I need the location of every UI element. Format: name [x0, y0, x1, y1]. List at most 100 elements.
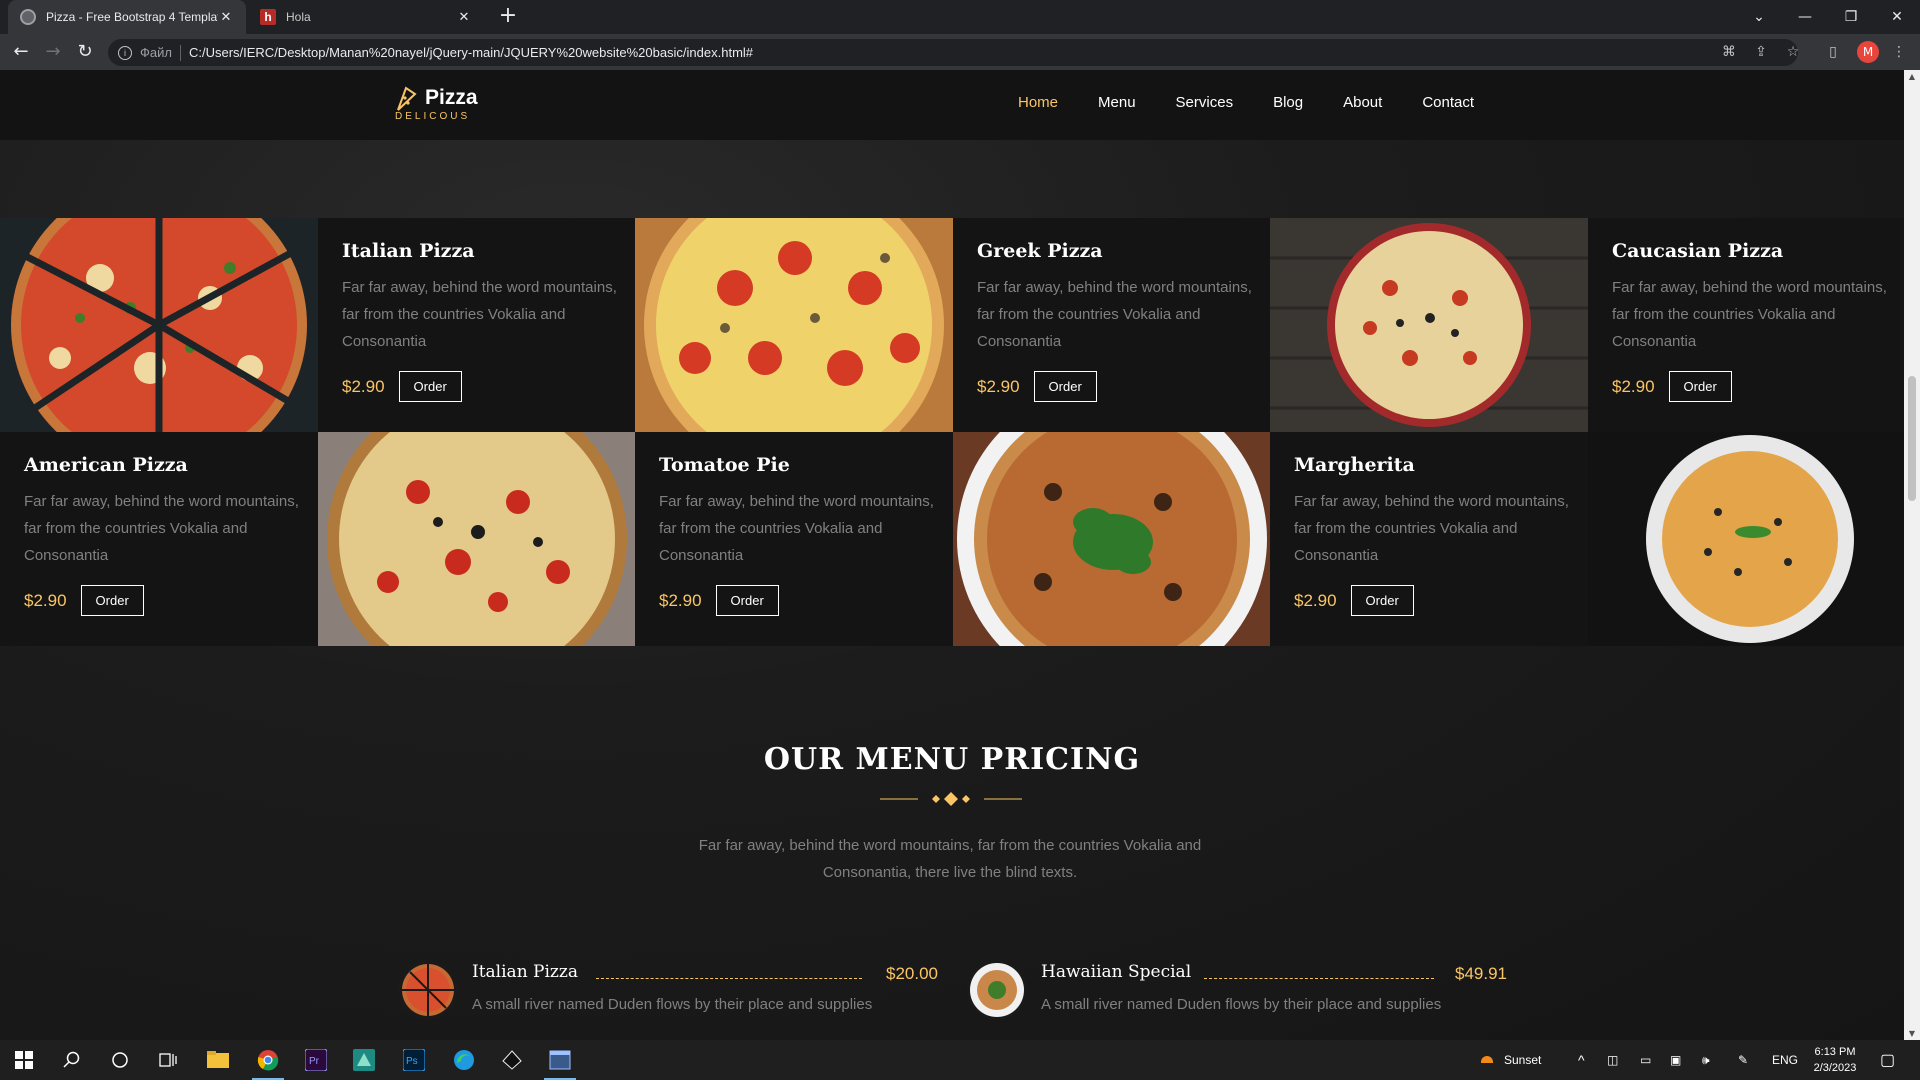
- pizza-description: Far far away, behind the word mountains,…: [1294, 493, 1569, 564]
- pizza-card: Tomatoe Pie Far far away, behind the wor…: [635, 432, 953, 646]
- pizza-image: [635, 218, 953, 432]
- premiere-icon[interactable]: Pr: [292, 1040, 340, 1080]
- close-tab-icon[interactable]: ✕: [456, 9, 472, 25]
- menu-item-name: Italian Pizza: [472, 962, 578, 982]
- pen-icon[interactable]: ✎: [1738, 1040, 1748, 1080]
- menu-item-description: A small river named Duden flows by their…: [1041, 996, 1442, 1013]
- globe-icon: [20, 9, 36, 25]
- translate-icon[interactable]: ⌘: [1720, 43, 1738, 61]
- bookmark-star-icon[interactable]: ☆: [1784, 43, 1802, 61]
- address-scheme: Файл: [140, 45, 172, 60]
- clock-date: 2/3/2023: [1813, 1062, 1857, 1074]
- search-icon[interactable]: [48, 1040, 96, 1080]
- order-button[interactable]: Order: [1668, 371, 1732, 402]
- start-button[interactable]: [0, 1040, 48, 1080]
- nav-blog[interactable]: Blog: [1273, 94, 1303, 111]
- inkscape-icon[interactable]: [488, 1040, 536, 1080]
- profile-avatar[interactable]: M: [1857, 41, 1879, 63]
- pizza-card: American Pizza Far far away, behind the …: [0, 432, 318, 646]
- order-button[interactable]: Order: [80, 585, 144, 616]
- tab-hola[interactable]: h Hola ✕: [248, 0, 484, 34]
- tab-title: Hola: [286, 10, 311, 24]
- pizza-thumbnail: [398, 960, 458, 1020]
- clock-time: 6:13 PM: [1814, 1046, 1856, 1058]
- weather-widget[interactable]: Sunset: [1478, 1040, 1541, 1080]
- nav-about[interactable]: About: [1343, 94, 1382, 111]
- chrome-icon[interactable]: [244, 1040, 292, 1080]
- nav-services[interactable]: Services: [1176, 94, 1234, 111]
- pizza-card: Italian Pizza Far far away, behind the w…: [318, 218, 636, 432]
- price-leader: [596, 978, 862, 979]
- close-tab-icon[interactable]: ✕: [218, 9, 234, 25]
- volume-icon[interactable]: 🕪: [1702, 1040, 1710, 1080]
- restore-button[interactable]: ❐: [1828, 0, 1874, 34]
- notifications-icon[interactable]: ▢: [1880, 1040, 1895, 1080]
- back-icon[interactable]: ←: [10, 42, 32, 64]
- nav-menu[interactable]: Menu: [1098, 94, 1136, 111]
- share-icon[interactable]: ⇪: [1752, 43, 1770, 61]
- pizza-price: $2.90: [1612, 376, 1655, 396]
- edge-icon[interactable]: [440, 1040, 488, 1080]
- info-icon[interactable]: i: [118, 45, 132, 60]
- nav-contact[interactable]: Contact: [1422, 94, 1474, 111]
- logo-subtitle: DELICOUS: [395, 111, 471, 122]
- sunset-icon: [1478, 1056, 1496, 1068]
- order-button[interactable]: Order: [1350, 585, 1414, 616]
- file-explorer-icon[interactable]: [194, 1040, 242, 1080]
- reload-icon[interactable]: ↻: [74, 42, 96, 64]
- scroll-up-icon[interactable]: ▲: [1908, 72, 1916, 81]
- taskbar-clock[interactable]: 6:13 PM 2/3/2023: [1800, 1044, 1870, 1076]
- close-window-button[interactable]: ✕: [1874, 0, 1920, 34]
- scroll-down-icon[interactable]: ▼: [1908, 1029, 1916, 1038]
- tab-search-icon[interactable]: ⌄: [1736, 0, 1782, 34]
- side-panel-icon[interactable]: ▯: [1824, 43, 1842, 61]
- pizza-description: Far far away, behind the word mountains,…: [659, 493, 934, 564]
- pizza-name: Margherita: [1294, 454, 1415, 476]
- tab-title: Pizza - Free Bootstrap 4 Templat: [46, 10, 218, 24]
- pizza-card: Caucasian Pizza Far far away, behind the…: [1588, 218, 1904, 432]
- menu-price-item: Hawaiian Special $49.91 A small river na…: [967, 960, 1507, 1040]
- minimize-button[interactable]: —: [1782, 0, 1828, 34]
- pizza-image: [1270, 218, 1588, 432]
- pizza-image: [0, 218, 318, 432]
- meet-icon[interactable]: ◫: [1607, 1040, 1618, 1080]
- menu-item-price: $49.91: [1455, 964, 1507, 983]
- order-button[interactable]: Order: [715, 585, 779, 616]
- screen-icon[interactable]: ▣: [1670, 1040, 1681, 1080]
- new-tab-button[interactable]: +: [496, 5, 520, 29]
- browser-toolbar: ← → ↻ i Файл C:/Users/IERC/Desktop/Manan…: [0, 34, 1920, 70]
- photoshop-icon[interactable]: Ps: [390, 1040, 438, 1080]
- windows-logo-icon: [15, 1051, 33, 1069]
- nav-home[interactable]: Home: [1018, 94, 1058, 111]
- more-menu-icon[interactable]: ⋮: [1890, 43, 1908, 61]
- tab-pizza[interactable]: Pizza - Free Bootstrap 4 Templat ✕: [8, 0, 246, 34]
- svg-text:Pr: Pr: [309, 1056, 320, 1067]
- address-url: C:/Users/IERC/Desktop/Manan%20nayel/jQue…: [188, 45, 754, 60]
- pizza-name: Greek Pizza: [977, 240, 1103, 262]
- site-logo[interactable]: Pizza DELICOUS: [395, 84, 485, 124]
- forward-icon[interactable]: →: [42, 42, 64, 64]
- app-window-icon[interactable]: [536, 1040, 584, 1080]
- tray-overflow-icon[interactable]: ^: [1578, 1040, 1585, 1080]
- menu-item-description: A small river named Duden flows by their…: [472, 996, 873, 1013]
- page-scrollbar[interactable]: ▲ ▼: [1904, 70, 1920, 1040]
- app-icon[interactable]: [340, 1040, 388, 1080]
- page-viewport: Pizza DELICOUS Home Menu Services Blog A…: [0, 70, 1904, 1040]
- main-menu: Home Menu Services Blog About Contact: [1018, 94, 1514, 111]
- title-divider: [880, 792, 1022, 806]
- pizza-grid: Italian Pizza Far far away, behind the w…: [0, 218, 1904, 646]
- pizza-description: Far far away, behind the word mountains,…: [342, 279, 617, 350]
- network-icon[interactable]: ▭: [1640, 1040, 1651, 1080]
- pizza-price: $2.90: [24, 590, 67, 610]
- cortana-icon[interactable]: [96, 1040, 144, 1080]
- pizza-thumbnail: [967, 960, 1027, 1020]
- order-button[interactable]: Order: [398, 371, 462, 402]
- site-h-icon: h: [260, 9, 276, 25]
- pizza-card: Greek Pizza Far far away, behind the wor…: [953, 218, 1271, 432]
- address-bar[interactable]: i Файл C:/Users/IERC/Desktop/Manan%20nay…: [108, 39, 1798, 66]
- scrollbar-thumb[interactable]: [1908, 376, 1916, 501]
- language-indicator[interactable]: ENG: [1772, 1040, 1798, 1080]
- browser-tab-bar: Pizza - Free Bootstrap 4 Templat ✕ h Hol…: [0, 0, 1920, 34]
- order-button[interactable]: Order: [1033, 371, 1097, 402]
- task-view-icon[interactable]: [144, 1040, 192, 1080]
